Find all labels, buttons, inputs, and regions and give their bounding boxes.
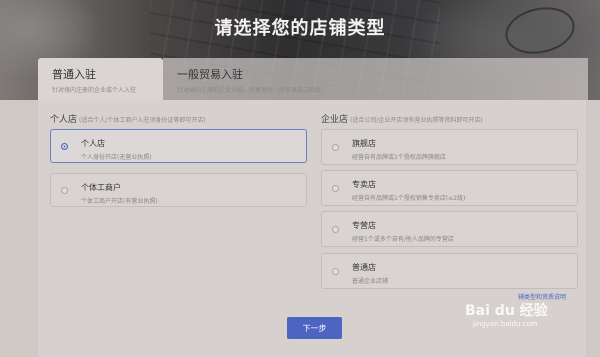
option-exclusive-store[interactable]: 专卖店 经营自有品牌或1个授权销售专卖店(≤2级) [321, 170, 578, 206]
radio-button[interactable] [332, 268, 339, 275]
radio-button[interactable] [332, 185, 339, 192]
section-title: 个人店 [50, 115, 78, 125]
section-note: (适合公司/企业开店须有营业执照等资料即可开店) [350, 117, 483, 124]
option-title: 普通店 [352, 263, 376, 272]
next-step-button[interactable]: 下一步 [287, 317, 342, 339]
watermark-logo: Bai du 经验 jingyan.baidu.com [465, 300, 595, 355]
tab-general-trade-entry[interactable]: 一般贸易入驻 针对境内注册的企业入驻，仅售卖所一般贸易进口商品 [163, 58, 588, 100]
option-individual-business[interactable]: 个体工商户 个体工商户开店(有营业执照) [50, 173, 307, 207]
tab-description: 针对境内注册的企业入驻，仅售卖所一般贸易进口商品 [177, 87, 322, 94]
option-ordinary-store[interactable]: 普通店 普通企业店铺 [321, 253, 578, 289]
watermark-url: jingyan.baidu.com [473, 320, 538, 328]
option-description: 个体工商户开店(有营业执照) [81, 198, 158, 205]
radio-button[interactable] [332, 226, 339, 233]
option-description: 经营自有品牌或1个授权品牌旗舰店 [352, 154, 446, 161]
radio-button-selected[interactable] [61, 143, 68, 150]
option-flagship-store[interactable]: 旗舰店 经营自有品牌或1个授权品牌旗舰店 [321, 129, 578, 165]
option-title: 个体工商户 [81, 183, 121, 192]
option-description: 个人身份开店(无营业执照) [81, 154, 152, 161]
option-description: 经营1个或多个自有/他人品牌的专营店 [352, 236, 454, 243]
tab-label: 普通入驻 [52, 68, 96, 81]
company-section-heading: 企业店 (适合公司/企业开店须有营业执照等资料即可开店) [321, 112, 483, 125]
option-description: 普通企业店铺 [352, 278, 389, 285]
tab-description: 针对境内注册的企业或个人入驻 [52, 87, 137, 94]
tab-normal-entry[interactable]: 普通入驻 针对境内注册的企业或个人入驻 [38, 58, 163, 100]
option-description: 经营自有品牌或1个授权销售专卖店(≤2级) [352, 195, 466, 202]
option-title: 旗舰店 [352, 139, 376, 148]
radio-button[interactable] [61, 187, 68, 194]
page-title: 请选择您的店铺类型 [214, 18, 386, 39]
tab-label: 一般贸易入驻 [177, 68, 243, 81]
section-note: (适合个人/个体工商户入驻须身份证等即可开店) [79, 117, 206, 124]
personal-section-heading: 个人店 (适合个人/个体工商户入驻须身份证等即可开店) [50, 112, 206, 125]
option-title: 专营店 [352, 221, 376, 230]
option-personal-store[interactable]: 个人店 个人身份开店(无营业执照) [50, 129, 307, 163]
watermark-text: Bai du 经验 [465, 303, 548, 319]
option-specialty-store[interactable]: 专营店 经营1个或多个自有/他人品牌的专营店 [321, 211, 578, 247]
option-title: 专卖店 [352, 180, 376, 189]
section-title: 企业店 [321, 115, 349, 125]
option-title: 个人店 [81, 139, 105, 148]
radio-button[interactable] [332, 144, 339, 151]
